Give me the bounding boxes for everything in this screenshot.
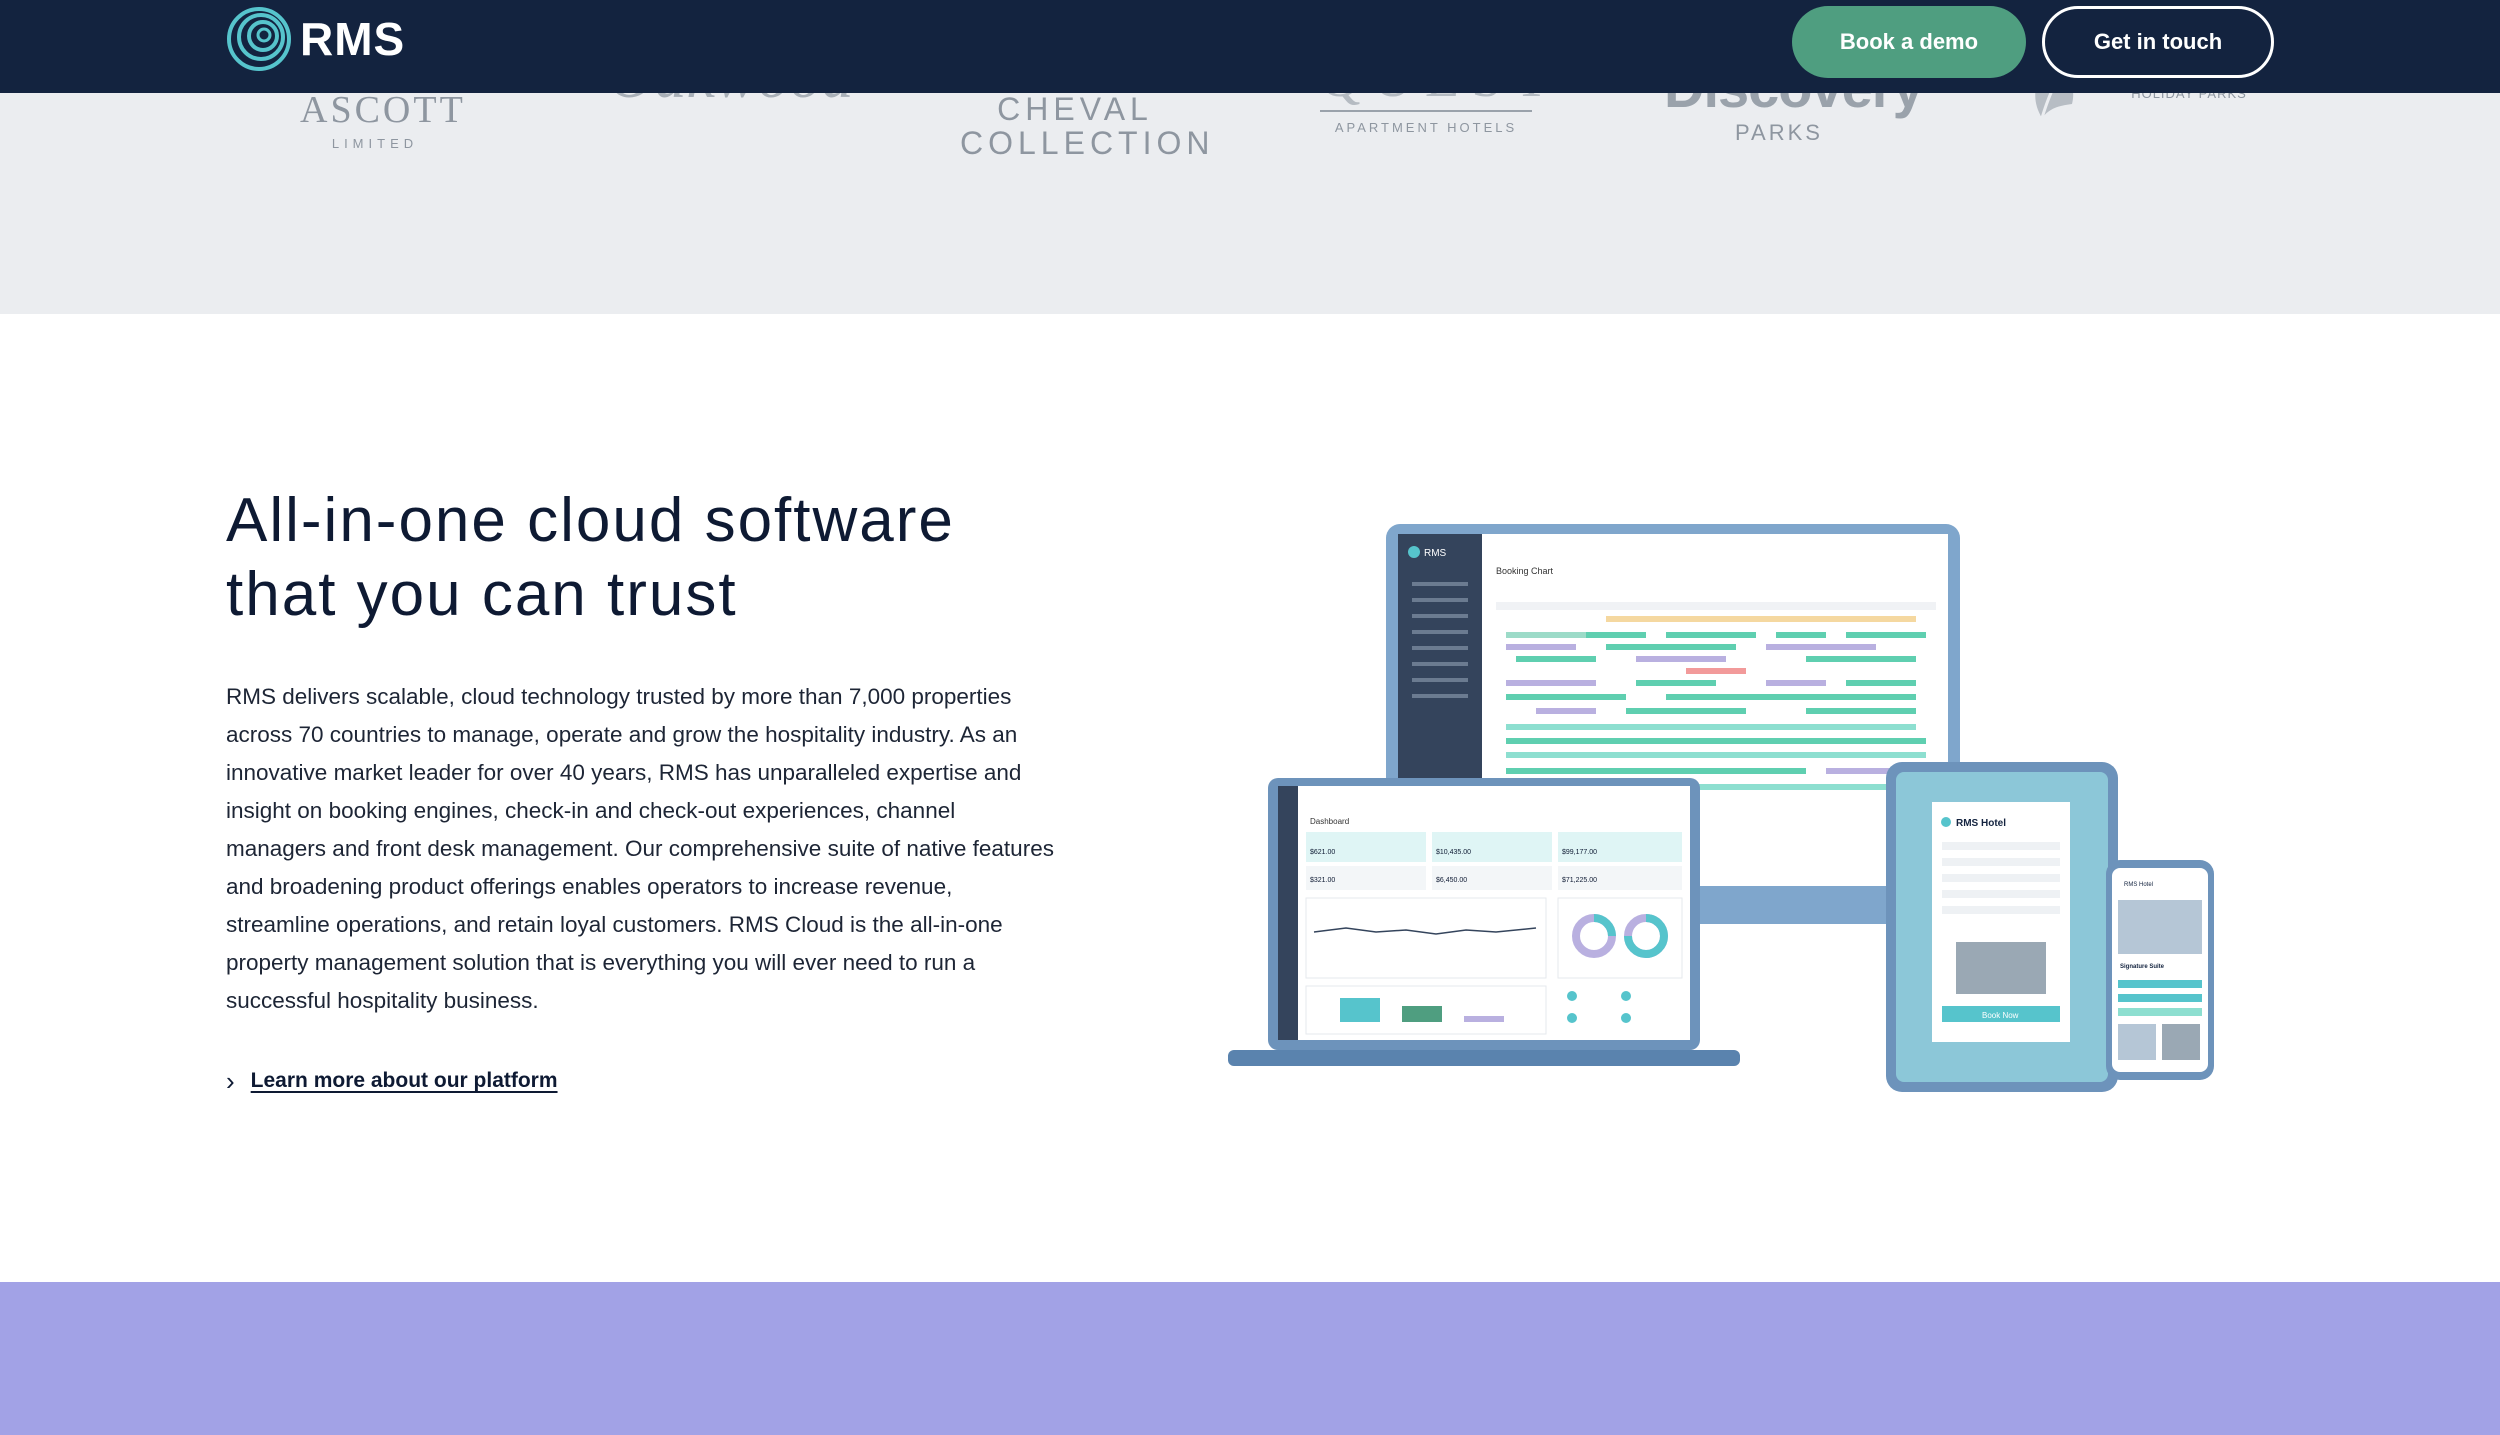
chevron-right-icon: › (226, 1066, 235, 1096)
laptop-stat-2: $10,435.00 (1436, 849, 1471, 856)
get-in-touch-button[interactable]: Get in touch (2042, 6, 2274, 78)
phone-heading: Signature Suite (2120, 964, 2165, 970)
svg-text:RMS: RMS (1424, 548, 1447, 559)
learn-more-label: Learn more about our platform (250, 1069, 558, 1092)
tablet-screen-title: RMS Hotel (1956, 818, 2006, 829)
monitor-screen-title: Booking Chart (1496, 566, 1554, 576)
ascott-logo: ASCOTT LIMITED (300, 86, 463, 151)
tablet-book-now: Book Now (1982, 1011, 2019, 1020)
laptop-stat-6: $71,225.00 (1562, 877, 1597, 884)
rms-logo[interactable]: RMS (226, 6, 405, 72)
cheval-collection-logo: CHEVAL COLLECTION (960, 91, 1215, 161)
brand-name: RMS (300, 13, 406, 65)
laptop-stat-5: $6,450.00 (1436, 877, 1467, 884)
rms-ring-logo-icon (227, 7, 291, 71)
section-description: RMS delivers scalable, cloud technology … (226, 684, 1054, 1013)
laptop: Dashboard $621.00 $10,435.00 $99,177.00 … (1228, 778, 1740, 1066)
product-devices-illustration: RMS Booking Chart Dashboard $621.00 $10,… (1228, 524, 2214, 1092)
next-section-band (0, 1282, 2500, 1435)
phone-screen-title: RMS Hotel (2124, 882, 2153, 888)
laptop-stat-3: $99,177.00 (1562, 849, 1597, 856)
laptop-stat-4: $321.00 (1310, 877, 1335, 884)
site-header: RMS Book a demo Get in touch (0, 0, 2500, 93)
book-demo-button[interactable]: Book a demo (1792, 6, 2026, 78)
laptop-screen-title: Dashboard (1310, 817, 1349, 826)
section-headline: All-in-one cloud software that you can t… (226, 486, 955, 629)
learn-more-link[interactable]: › Learn more about our platform (226, 1066, 558, 1096)
laptop-stat-1: $621.00 (1310, 849, 1335, 856)
smartphone: RMS Hotel Signature Suite (2106, 860, 2214, 1080)
tablet: RMS Hotel Book Now (1886, 762, 2118, 1092)
